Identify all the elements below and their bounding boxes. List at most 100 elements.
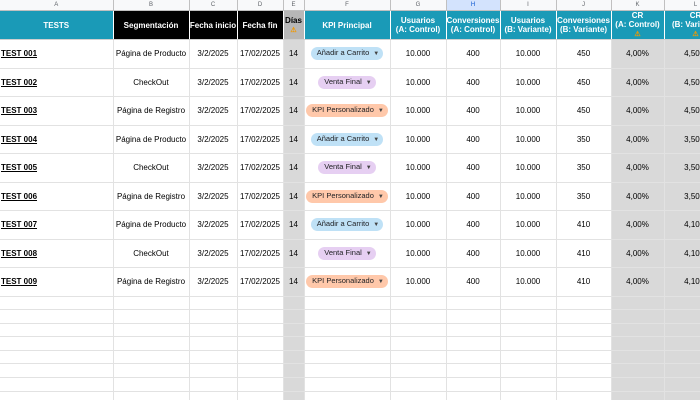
- header-segmentacion[interactable]: Segmentación: [113, 10, 190, 40]
- cell-test-name[interactable]: TEST 008: [0, 239, 114, 268]
- empty-cell[interactable]: [189, 391, 238, 400]
- empty-cell[interactable]: [304, 323, 391, 338]
- cell-usuarios-b[interactable]: 10.000: [500, 239, 557, 268]
- column-header-h[interactable]: H: [446, 0, 501, 11]
- cell-cr-b[interactable]: 4,50%: [664, 68, 700, 97]
- cell-fecha-fin[interactable]: 17/02/2025: [237, 96, 284, 126]
- empty-cell[interactable]: [237, 391, 284, 400]
- cell-kpi[interactable]: Venta Final ▼: [304, 153, 391, 183]
- cell-usuarios-a[interactable]: 10.000: [390, 182, 447, 211]
- empty-cell[interactable]: [556, 296, 612, 311]
- empty-cell[interactable]: [113, 296, 190, 311]
- empty-cell[interactable]: [304, 391, 391, 400]
- empty-cell[interactable]: [113, 350, 190, 365]
- cell-segmentacion[interactable]: Página de Registro: [113, 96, 190, 126]
- cell-conversiones-b[interactable]: 450: [556, 96, 612, 126]
- cell-conversiones-a[interactable]: 400: [446, 96, 501, 126]
- cell-conversiones-a[interactable]: 400: [446, 210, 501, 240]
- empty-cell[interactable]: [500, 309, 557, 324]
- cell-test-name[interactable]: TEST 009: [0, 267, 114, 297]
- header-fecha-fin[interactable]: Fecha fin: [237, 10, 284, 40]
- cell-cr-a[interactable]: 4,00%: [611, 182, 665, 211]
- empty-cell[interactable]: [500, 391, 557, 400]
- column-header-d[interactable]: D: [237, 0, 284, 11]
- cell-conversiones-b[interactable]: 350: [556, 125, 612, 154]
- cell-segmentacion[interactable]: Página de Producto: [113, 210, 190, 240]
- cell-usuarios-b[interactable]: 10.000: [500, 96, 557, 126]
- empty-cell[interactable]: [611, 323, 665, 338]
- empty-cell[interactable]: [113, 323, 190, 338]
- cell-test-name[interactable]: TEST 002: [0, 68, 114, 97]
- header-tests[interactable]: TESTS: [0, 10, 114, 40]
- kpi-dropdown-chip[interactable]: KPI Personalizado ▼: [306, 104, 388, 118]
- cell-fecha-inicio[interactable]: 3/2/2025: [189, 39, 238, 69]
- empty-cell[interactable]: [237, 363, 284, 379]
- empty-cell[interactable]: [283, 377, 305, 392]
- cell-kpi[interactable]: Añadir a Carrito ▼: [304, 125, 391, 154]
- kpi-dropdown-chip[interactable]: Venta Final ▼: [318, 75, 376, 89]
- column-header-f[interactable]: F: [304, 0, 391, 11]
- kpi-dropdown-chip[interactable]: Venta Final ▼: [318, 161, 376, 175]
- empty-cell[interactable]: [556, 377, 612, 392]
- empty-cell[interactable]: [664, 323, 700, 338]
- cell-conversiones-a[interactable]: 400: [446, 267, 501, 297]
- empty-cell[interactable]: [113, 336, 190, 351]
- cell-usuarios-a[interactable]: 10.000: [390, 125, 447, 154]
- cell-kpi[interactable]: KPI Personalizado ▼: [304, 267, 391, 297]
- cell-fecha-inicio[interactable]: 3/2/2025: [189, 68, 238, 97]
- empty-cell[interactable]: [556, 391, 612, 400]
- cell-cr-b[interactable]: 4,10%: [664, 239, 700, 268]
- cell-dias[interactable]: 14: [283, 239, 305, 268]
- header-kpi[interactable]: KPI Principal: [304, 10, 391, 40]
- empty-cell[interactable]: [0, 363, 114, 379]
- cell-usuarios-b[interactable]: 10.000: [500, 182, 557, 211]
- cell-cr-a[interactable]: 4,00%: [611, 210, 665, 240]
- cell-segmentacion[interactable]: CheckOut: [113, 239, 190, 268]
- empty-cell[interactable]: [390, 336, 447, 351]
- empty-cell[interactable]: [446, 391, 501, 400]
- cell-fecha-fin[interactable]: 17/02/2025: [237, 267, 284, 297]
- kpi-dropdown-chip[interactable]: KPI Personalizado ▼: [306, 275, 388, 289]
- cell-conversiones-a[interactable]: 400: [446, 68, 501, 97]
- cell-cr-b[interactable]: 4,10%: [664, 210, 700, 240]
- header-dias[interactable]: Días ⚠: [283, 10, 305, 40]
- empty-cell[interactable]: [500, 336, 557, 351]
- cell-dias[interactable]: 14: [283, 182, 305, 211]
- empty-cell[interactable]: [556, 350, 612, 365]
- empty-cell[interactable]: [556, 323, 612, 338]
- column-header-g[interactable]: G: [390, 0, 447, 11]
- cell-fecha-fin[interactable]: 17/02/2025: [237, 153, 284, 183]
- cell-usuarios-b[interactable]: 10.000: [500, 125, 557, 154]
- empty-cell[interactable]: [0, 350, 114, 365]
- header-usuarios-a[interactable]: Usuarios (A: Control): [390, 10, 447, 40]
- cell-dias[interactable]: 14: [283, 68, 305, 97]
- empty-cell[interactable]: [283, 350, 305, 365]
- empty-cell[interactable]: [189, 377, 238, 392]
- empty-cell[interactable]: [500, 377, 557, 392]
- cell-test-name[interactable]: TEST 006: [0, 182, 114, 211]
- empty-cell[interactable]: [556, 336, 612, 351]
- cell-segmentacion[interactable]: CheckOut: [113, 153, 190, 183]
- cell-segmentacion[interactable]: Página de Producto: [113, 39, 190, 69]
- cell-cr-a[interactable]: 4,00%: [611, 239, 665, 268]
- cell-cr-a[interactable]: 4,00%: [611, 96, 665, 126]
- kpi-dropdown-chip[interactable]: Añadir a Carrito ▼: [310, 218, 384, 232]
- cell-cr-a[interactable]: 4,00%: [611, 39, 665, 69]
- empty-cell[interactable]: [283, 363, 305, 379]
- empty-cell[interactable]: [283, 323, 305, 338]
- empty-cell[interactable]: [189, 350, 238, 365]
- empty-cell[interactable]: [446, 323, 501, 338]
- empty-cell[interactable]: [390, 296, 447, 311]
- empty-cell[interactable]: [611, 377, 665, 392]
- cell-conversiones-b[interactable]: 410: [556, 210, 612, 240]
- cell-usuarios-a[interactable]: 10.000: [390, 68, 447, 97]
- cell-conversiones-b[interactable]: 450: [556, 39, 612, 69]
- empty-cell[interactable]: [304, 336, 391, 351]
- empty-cell[interactable]: [664, 336, 700, 351]
- empty-cell[interactable]: [611, 309, 665, 324]
- empty-cell[interactable]: [664, 363, 700, 379]
- empty-cell[interactable]: [189, 323, 238, 338]
- header-cr-a[interactable]: CR (A: Control) ⚠: [611, 10, 665, 40]
- cell-conversiones-b[interactable]: 450: [556, 68, 612, 97]
- empty-cell[interactable]: [237, 336, 284, 351]
